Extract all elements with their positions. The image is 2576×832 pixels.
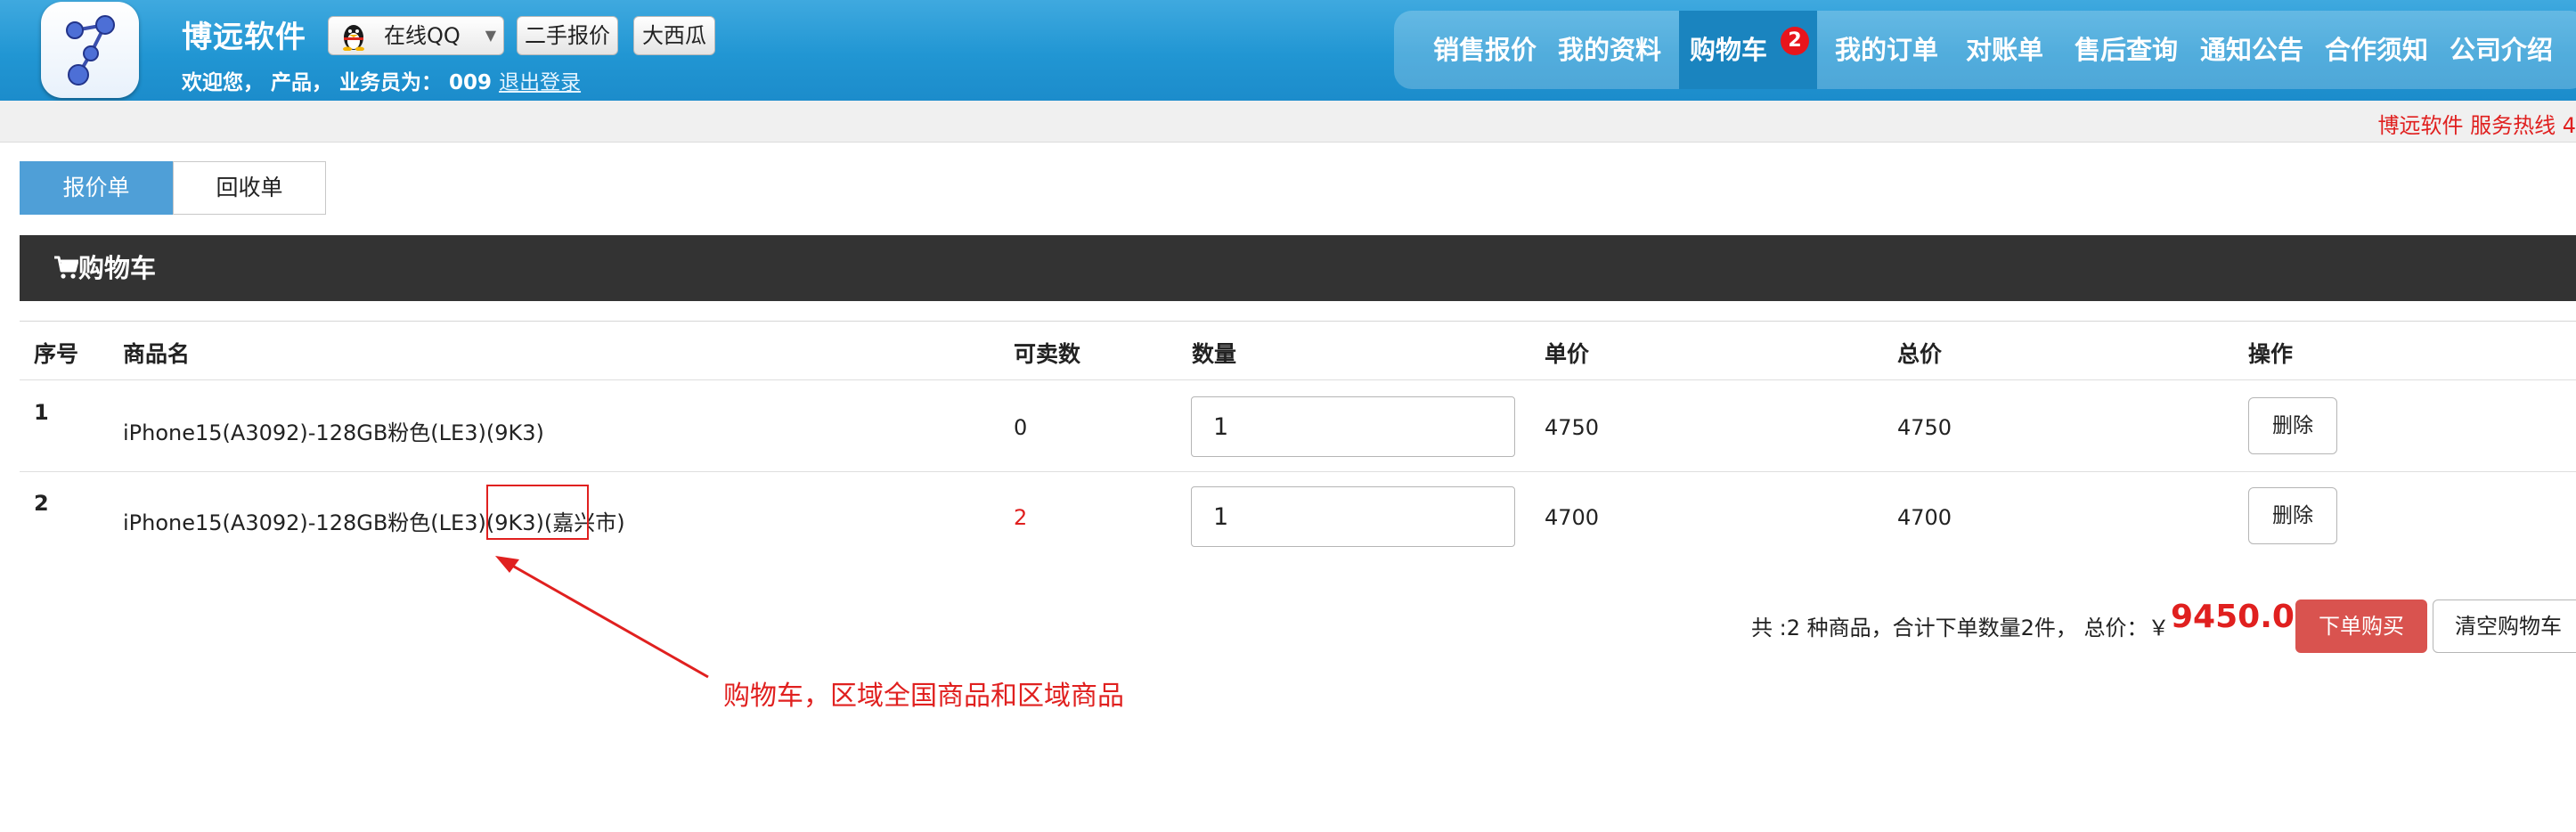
quantity-input[interactable] (1191, 486, 1515, 547)
sales-rep-code: 009 (449, 71, 493, 94)
top-header: 博远软件 在线QQ ▼ 二手报价 大西瓜 欢迎您， 产品， 业务员为： 009 … (0, 0, 2576, 101)
nav-cooperation[interactable]: 合作须知 (2314, 11, 2439, 89)
col-header-product: 商品名 (123, 341, 191, 367)
nav-company-intro[interactable]: 公司介绍 (2439, 11, 2564, 89)
cart-panel-title: 购物车 (78, 253, 157, 283)
tab-recycle-sheet[interactable]: 回收单 (173, 161, 326, 215)
nav-my-profile[interactable]: 我的资料 (1547, 11, 1672, 89)
hotline-strip: 博远软件 服务热线 4 (0, 101, 2576, 143)
nav-my-orders[interactable]: 我的订单 (1824, 11, 1949, 89)
row-total: 4700 (1897, 505, 1952, 530)
unit-price: 4700 (1545, 505, 1600, 530)
brand-name: 博远软件 (182, 20, 306, 55)
row-divider (20, 379, 2576, 380)
row-index: 2 (34, 491, 49, 516)
welcome-line: 欢迎您， 产品， 业务员为： 009 退出登录 (182, 65, 581, 95)
row-index: 1 (34, 400, 49, 425)
delete-button[interactable]: 删除 (2248, 487, 2337, 544)
welcome-text: 欢迎您， 产品， 业务员为： (182, 71, 443, 94)
annotation-text: 购物车，区域全国商品和区域商品 (723, 681, 1124, 712)
col-header-action: 操作 (2248, 341, 2294, 367)
table-top-border (20, 321, 2576, 322)
unit-price: 4750 (1545, 415, 1600, 440)
nav-shopping-cart[interactable]: 购物车 2 (1679, 11, 1817, 89)
annotation-highlight-box (486, 485, 589, 540)
col-header-total: 总价 (1897, 341, 1943, 367)
cart-summary: 共 :2 种商品，合计下单数量2件， 总价：￥ (1751, 616, 2170, 640)
cart-count-badge: 2 (1781, 27, 1809, 55)
clear-cart-button[interactable]: 清空购物车 (2433, 600, 2576, 653)
cart-panel-header: 购物车 (20, 235, 2576, 301)
online-qq-select[interactable]: 在线QQ ▼ (328, 16, 504, 55)
used-quote-button[interactable]: 二手报价 (517, 16, 618, 55)
col-header-index: 序号 (34, 341, 79, 367)
molecule-icon (66, 15, 115, 86)
shopping-cart-icon (54, 256, 78, 279)
available-count: 2 (1014, 505, 1028, 530)
available-count: 0 (1014, 415, 1028, 440)
nav-after-sales[interactable]: 售后查询 (2064, 11, 2189, 89)
nav-notices[interactable]: 通知公告 (2189, 11, 2314, 89)
nav-statement[interactable]: 对账单 (1949, 11, 2060, 89)
logout-link[interactable]: 退出登录 (499, 71, 581, 94)
place-order-button[interactable]: 下单购买 (2295, 600, 2427, 653)
col-header-unit-price: 单价 (1545, 341, 1590, 367)
watermelon-button[interactable]: 大西瓜 (633, 16, 715, 55)
tab-quote-sheet[interactable]: 报价单 (20, 161, 173, 215)
app-logo[interactable] (41, 2, 139, 98)
row-divider (20, 471, 2576, 472)
row-total: 4750 (1897, 415, 1952, 440)
qq-penguin-icon (343, 25, 364, 51)
nav-sales-quote[interactable]: 销售报价 (1423, 11, 1547, 89)
service-hotline: 博远软件 服务热线 4 (2377, 113, 2576, 138)
quantity-input[interactable] (1191, 396, 1515, 457)
product-name: iPhone15(A3092)-128GB粉色(LE3)(9K3) (123, 420, 544, 445)
col-header-quantity: 数量 (1192, 341, 1237, 367)
chevron-down-icon: ▼ (485, 27, 496, 44)
qq-select-label: 在线QQ (384, 23, 461, 48)
delete-button[interactable]: 删除 (2248, 397, 2337, 454)
col-header-available: 可卖数 (1014, 341, 1081, 367)
main-nav: 销售报价 我的资料 购物车 2 我的订单 对账单 售后查询 通知公告 合作须知 … (1394, 11, 2576, 89)
nav-shopping-cart-label: 购物车 (1690, 35, 1768, 65)
